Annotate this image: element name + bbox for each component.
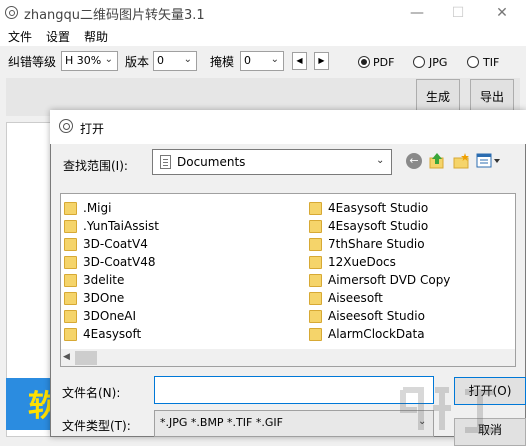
menu-file[interactable]: 文件 bbox=[8, 28, 32, 45]
filetype-label: 文件类型(T): bbox=[62, 419, 131, 433]
next-button[interactable]: ▶ bbox=[314, 52, 329, 70]
dialog-title: 打开 bbox=[80, 122, 105, 136]
app-logo-icon bbox=[59, 119, 73, 133]
folder-name: 4Easysoft Studio bbox=[328, 201, 429, 215]
folder-icon bbox=[309, 256, 322, 269]
lookin-value: Documents bbox=[177, 155, 246, 169]
chevron-down-icon: ⌄ bbox=[270, 54, 279, 65]
folder-name: Aiseesoft bbox=[328, 291, 383, 305]
folder-icon bbox=[309, 238, 322, 251]
folder-name: AlarmClockData bbox=[328, 327, 425, 341]
up-folder-icon[interactable] bbox=[428, 152, 446, 170]
file-list: .Migi .YunTaiAssist 3D-CoatV4 3D-CoatV48… bbox=[60, 193, 516, 367]
ecc-label: 纠错等级 bbox=[8, 55, 57, 69]
folder-icon bbox=[309, 292, 322, 305]
folder-name: 12XueDocs bbox=[328, 255, 396, 269]
watermark-logo bbox=[400, 387, 495, 433]
folder-name: Aimersoft DVD Copy bbox=[328, 273, 451, 287]
scrollbar-thumb[interactable] bbox=[75, 351, 97, 365]
folder-name: .YunTaiAssist bbox=[83, 219, 160, 233]
mask-value: 0 bbox=[244, 54, 251, 67]
folder-icon bbox=[64, 220, 77, 233]
version-value: 0 bbox=[157, 54, 164, 67]
format-tif-label: TIF bbox=[483, 56, 500, 69]
folder-icon bbox=[64, 328, 77, 341]
folder-name: 7thShare Studio bbox=[328, 237, 425, 251]
folder-name: Aiseesoft Studio bbox=[328, 309, 425, 323]
folder-name: 3DOneAI bbox=[83, 309, 137, 323]
chevron-down-icon: ⌄ bbox=[104, 54, 113, 65]
folder-name: 4Easysoft bbox=[83, 327, 142, 341]
app-logo-icon bbox=[5, 6, 18, 19]
scroll-left-icon[interactable]: ◀ bbox=[63, 352, 70, 362]
menu-help[interactable]: 帮助 bbox=[84, 28, 108, 45]
filename-label: 文件名(N): bbox=[62, 386, 121, 400]
folder-icon bbox=[64, 256, 77, 269]
chevron-down-icon: ⌄ bbox=[183, 54, 192, 65]
format-jpg-radio[interactable] bbox=[413, 56, 425, 68]
folder-name: 3DOne bbox=[83, 291, 125, 305]
folder-name: 3delite bbox=[83, 273, 125, 287]
ecc-value: H 30% bbox=[65, 54, 102, 67]
folder-icon bbox=[64, 310, 77, 323]
horizontal-scrollbar[interactable] bbox=[61, 349, 515, 366]
filetype-value: *.JPG *.BMP *.TIF *.GIF bbox=[160, 416, 283, 429]
chevron-down-icon[interactable]: ⌄ bbox=[376, 155, 384, 166]
filename-input[interactable] bbox=[154, 376, 434, 404]
maximize-button[interactable]: ☐ bbox=[449, 4, 467, 22]
back-icon[interactable]: ← bbox=[406, 153, 422, 169]
lookin-label: 查找范围(I): bbox=[63, 159, 128, 173]
format-jpg-label: JPG bbox=[429, 56, 448, 69]
folder-icon bbox=[64, 238, 77, 251]
format-tif-radio[interactable] bbox=[467, 56, 479, 68]
arrow-right-icon: ▶ bbox=[318, 56, 325, 65]
prev-button[interactable]: ◀ bbox=[292, 52, 307, 70]
folder-name: 3D-CoatV48 bbox=[83, 255, 156, 269]
new-folder-icon[interactable] bbox=[452, 152, 470, 170]
format-pdf-label: PDF bbox=[373, 56, 395, 69]
folder-icon bbox=[309, 274, 322, 287]
minimize-button[interactable]: — bbox=[408, 4, 426, 22]
menu-settings[interactable]: 设置 bbox=[46, 28, 70, 45]
folder-icon bbox=[64, 292, 77, 305]
view-menu-icon[interactable] bbox=[476, 152, 502, 170]
folder-icon bbox=[309, 202, 322, 215]
folder-icon bbox=[309, 310, 322, 323]
arrow-left-icon: ◀ bbox=[296, 56, 303, 65]
folder-icon bbox=[64, 202, 77, 215]
mask-select[interactable]: 0 ⌄ bbox=[240, 51, 284, 71]
ecc-select[interactable]: H 30% ⌄ bbox=[61, 51, 118, 71]
folder-icon bbox=[309, 328, 322, 341]
folder-name: .Migi bbox=[83, 201, 112, 215]
documents-icon bbox=[160, 155, 171, 169]
menu-bar bbox=[0, 26, 526, 46]
dialog-title-bar bbox=[50, 110, 526, 144]
version-label: 版本 bbox=[125, 55, 150, 69]
folder-icon bbox=[64, 274, 77, 287]
folder-icon bbox=[309, 220, 322, 233]
app-title: zhangqu二维码图片转矢量3.1 bbox=[24, 8, 205, 23]
format-pdf-radio[interactable] bbox=[358, 56, 370, 68]
version-select[interactable]: 0 ⌄ bbox=[153, 51, 197, 71]
folder-name: 4Esaysoft Studio bbox=[328, 219, 429, 233]
close-button[interactable]: ✕ bbox=[493, 4, 511, 22]
folder-name: 3D-CoatV4 bbox=[83, 237, 148, 251]
mask-label: 掩模 bbox=[210, 55, 235, 69]
